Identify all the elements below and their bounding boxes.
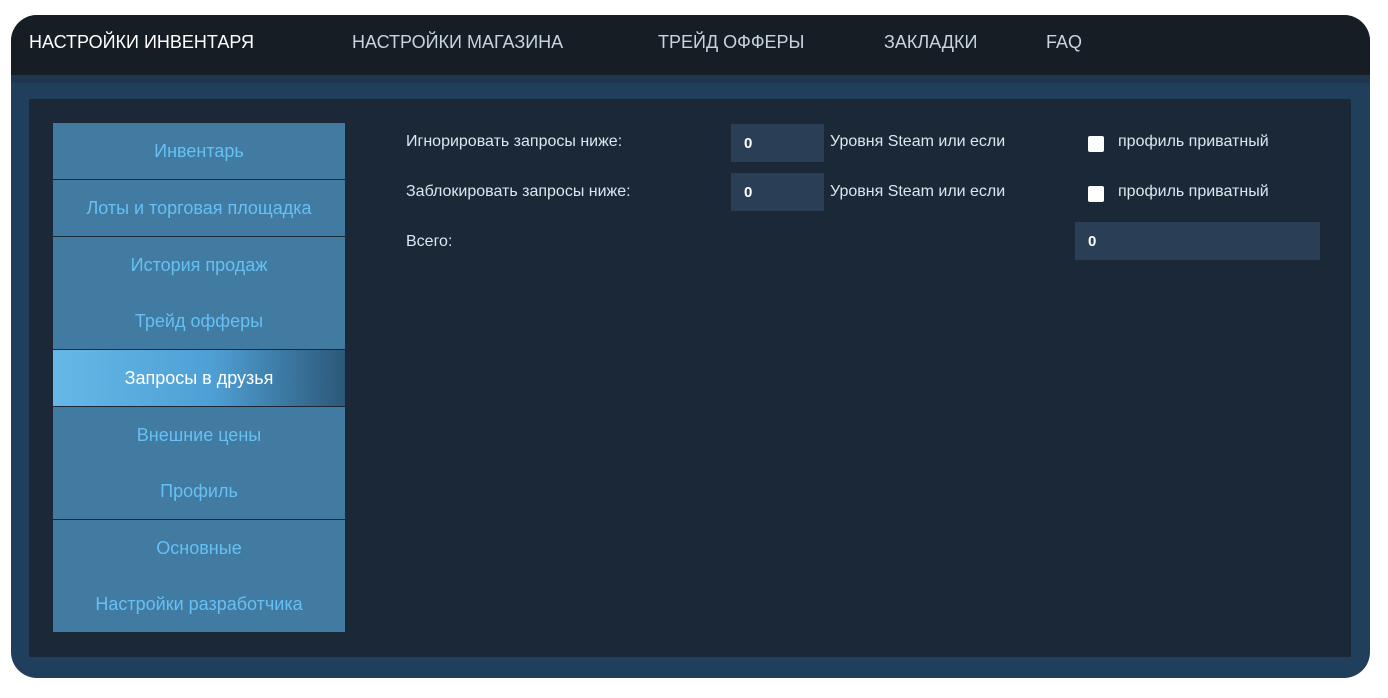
block-steam-level-text: Уровня Steam или если bbox=[830, 183, 1006, 200]
total-input[interactable] bbox=[1075, 222, 1320, 260]
ignore-requests-label: Игнорировать запросы ниже: bbox=[406, 133, 623, 150]
ignore-level-input[interactable] bbox=[731, 124, 824, 162]
tab-bookmarks[interactable]: ЗАКЛАДКИ bbox=[884, 32, 977, 53]
tab-shop-settings[interactable]: НАСТРОЙКИ МАГАЗИНА bbox=[352, 32, 563, 53]
ignore-private-profile-label: профиль приватный bbox=[1118, 133, 1269, 150]
sidebar-item-listings-market[interactable]: Лоты и торговая площадка bbox=[53, 180, 345, 236]
block-requests-label: Заблокировать запросы ниже: bbox=[406, 183, 631, 200]
top-navigation: НАСТРОЙКИ ИНВЕНТАРЯ НАСТРОЙКИ МАГАЗИНА Т… bbox=[11, 15, 1370, 75]
block-private-profile-checkbox[interactable] bbox=[1088, 186, 1104, 202]
sidebar-item-external-prices[interactable]: Внешние цены bbox=[53, 407, 345, 463]
block-private-profile-label: профиль приватный bbox=[1118, 183, 1269, 200]
ignore-steam-level-text: Уровня Steam или если bbox=[830, 133, 1006, 150]
ignore-private-profile-checkbox[interactable] bbox=[1088, 136, 1104, 152]
settings-window: НАСТРОЙКИ ИНВЕНТАРЯ НАСТРОЙКИ МАГАЗИНА Т… bbox=[11, 15, 1370, 678]
sidebar-item-profile[interactable]: Профиль bbox=[53, 463, 345, 519]
sidebar-item-inventory[interactable]: Инвентарь bbox=[53, 123, 345, 179]
total-label: Всего: bbox=[406, 233, 453, 250]
sidebar-item-trade-offers[interactable]: Трейд офферы bbox=[53, 293, 345, 349]
tab-trade-offers[interactable]: ТРЕЙД ОФФЕРЫ bbox=[658, 32, 804, 53]
tab-inventory-settings[interactable]: НАСТРОЙКИ ИНВЕНТАРЯ bbox=[29, 32, 254, 53]
sidebar-item-friend-requests[interactable]: Запросы в друзья bbox=[53, 350, 345, 406]
nav-divider bbox=[11, 75, 1370, 83]
tab-faq[interactable]: FAQ bbox=[1046, 32, 1082, 53]
sidebar-item-developer-settings[interactable]: Настройки разработчика bbox=[53, 576, 345, 632]
sidebar-item-general[interactable]: Основные bbox=[53, 520, 345, 576]
block-level-input[interactable] bbox=[731, 173, 824, 211]
sidebar-item-sales-history[interactable]: История продаж bbox=[53, 237, 345, 293]
settings-panel: Инвентарь Лоты и торговая площадка Истор… bbox=[29, 99, 1351, 657]
